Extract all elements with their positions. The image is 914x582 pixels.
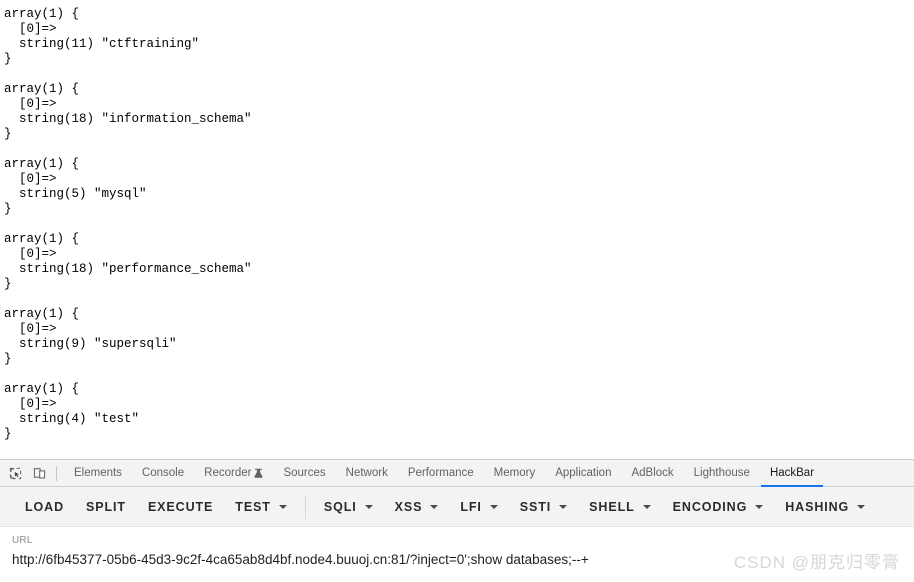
var-dump-line-value: string(5) "mysql" xyxy=(4,187,147,201)
chevron-down-icon xyxy=(559,504,568,509)
beaker-icon xyxy=(254,468,264,478)
var-dump-line-close: } xyxy=(4,127,12,141)
devtools-tab-lighthouse[interactable]: Lighthouse xyxy=(685,460,759,487)
hackbar-url-section: URL http://6fb45377-05b6-45d3-9c2f-4ca65… xyxy=(0,527,914,581)
hackbar-button-sqli[interactable]: SQLI xyxy=(313,493,384,521)
var-dump-line-close: } xyxy=(4,427,12,441)
var-dump-block: array(1) { [0]=> string(18) "performance… xyxy=(4,232,914,292)
browser-page-content: array(1) { [0]=> string(11) "ctftraining… xyxy=(0,0,914,459)
hackbar-button-encoding[interactable]: ENCODING xyxy=(662,493,775,521)
hackbar-button-label: LOAD xyxy=(25,499,65,514)
devtools-tab-bar: Elements Console Recorder Sources Network Per… xyxy=(0,460,914,487)
var-dump-line-value: string(11) "ctftraining" xyxy=(4,37,200,51)
url-input[interactable]: http://6fb45377-05b6-45d3-9c2f-4ca65ab8d… xyxy=(12,550,902,570)
devtools-tab-label: Sources xyxy=(283,466,326,479)
device-toolbar-icon[interactable] xyxy=(28,463,50,483)
toolbar-divider xyxy=(56,465,57,481)
hackbar-button-label: SHELL xyxy=(589,499,635,514)
var-dump-line-header: array(1) { xyxy=(4,382,80,396)
hackbar-button-label: SPLIT xyxy=(86,499,126,514)
var-dump-line-close: } xyxy=(4,52,12,66)
chevron-down-icon xyxy=(642,504,651,509)
devtools-tab-console[interactable]: Console xyxy=(133,460,193,487)
hackbar-button-label: ENCODING xyxy=(672,499,748,514)
devtools-panel: Elements Console Recorder Sources Network Per… xyxy=(0,459,914,582)
chevron-down-icon xyxy=(278,504,287,509)
devtools-tab-label: Lighthouse xyxy=(693,466,750,479)
var-dump-line-header: array(1) { xyxy=(4,307,80,321)
var-dump-line-close: } xyxy=(4,277,12,291)
var-dump-line-header: array(1) { xyxy=(4,232,80,246)
chevron-down-icon xyxy=(857,504,866,509)
devtools-tab-label: Recorder xyxy=(204,466,252,479)
var-dump-line-index: [0]=> xyxy=(4,172,57,186)
hackbar-button-xss[interactable]: XSS xyxy=(384,493,450,521)
devtools-tab-performance[interactable]: Performance xyxy=(399,460,483,487)
devtools-tab-adblock[interactable]: AdBlock xyxy=(622,460,682,487)
hackbar-toolbar: LOAD SPLIT EXECUTE TEST SQLI XSS LFI SSTI SHELL E… xyxy=(0,487,914,527)
var-dump-line-index: [0]=> xyxy=(4,247,57,261)
url-field-label: URL xyxy=(12,535,33,546)
devtools-tab-list: Elements Console Recorder Sources Network Per… xyxy=(64,460,824,487)
hackbar-button-label: EXECUTE xyxy=(147,499,214,514)
var-dump-line-index: [0]=> xyxy=(4,97,57,111)
var-dump-line-close: } xyxy=(4,202,12,216)
var-dump-line-value: string(18) "information_schema" xyxy=(4,112,252,126)
chevron-down-icon xyxy=(430,504,439,509)
inspect-element-icon[interactable] xyxy=(4,463,26,483)
var-dump-line-header: array(1) { xyxy=(4,82,80,96)
var-dump-block: array(1) { [0]=> string(11) "ctftraining… xyxy=(4,7,914,67)
hackbar-button-label: XSS xyxy=(394,499,423,514)
hackbar-button-ssti[interactable]: SSTI xyxy=(509,493,578,521)
devtools-tab-label: Application xyxy=(555,466,612,479)
devtools-tab-network[interactable]: Network xyxy=(337,460,397,487)
devtools-tab-application[interactable]: Application xyxy=(546,460,620,487)
devtools-tab-label: Memory xyxy=(493,466,536,479)
var-dump-block: array(1) { [0]=> string(9) "supersqli"} xyxy=(4,307,914,367)
devtools-tab-label: AdBlock xyxy=(631,466,674,479)
var-dump-line-index: [0]=> xyxy=(4,322,57,336)
chevron-down-icon xyxy=(489,504,498,509)
devtools-tab-label: Console xyxy=(141,466,185,479)
hackbar-group-divider xyxy=(304,494,306,519)
hackbar-button-label: SSTI xyxy=(519,499,552,514)
var-dump-output: array(1) { [0]=> string(11) "ctftraining… xyxy=(0,0,914,442)
hackbar-button-execute[interactable]: EXECUTE xyxy=(137,493,224,521)
devtools-tab-memory[interactable]: Memory xyxy=(485,460,545,487)
var-dump-line-index: [0]=> xyxy=(4,22,57,36)
var-dump-line-header: array(1) { xyxy=(4,157,80,171)
hackbar-button-label: LFI xyxy=(460,499,482,514)
devtools-tab-sources[interactable]: Sources xyxy=(274,460,334,487)
devtools-tab-elements[interactable]: Elements xyxy=(65,460,131,487)
hackbar-button-shell[interactable]: SHELL xyxy=(578,493,661,521)
hackbar-button-label: HASHING xyxy=(785,499,850,514)
var-dump-line-index: [0]=> xyxy=(4,397,57,411)
var-dump-block: array(1) { [0]=> string(18) "information… xyxy=(4,82,914,142)
hackbar-button-label: SQLI xyxy=(323,499,357,514)
var-dump-line-value: string(18) "performance_schema" xyxy=(4,262,252,276)
hackbar-button-label: TEST xyxy=(235,499,271,514)
devtools-tab-label: Elements xyxy=(74,466,122,479)
var-dump-line-value: string(9) "supersqli" xyxy=(4,337,177,351)
var-dump-line-value: string(4) "test" xyxy=(4,412,140,426)
chevron-down-icon xyxy=(364,504,373,509)
hackbar-button-lfi[interactable]: LFI xyxy=(449,493,508,521)
hackbar-button-test[interactable]: TEST xyxy=(224,493,298,521)
var-dump-line-header: array(1) { xyxy=(4,7,80,21)
var-dump-block: array(1) { [0]=> string(5) "mysql"} xyxy=(4,157,914,217)
devtools-tab-label: Performance xyxy=(407,466,474,479)
devtools-tab-hackbar[interactable]: HackBar xyxy=(760,460,824,487)
hackbar-button-hashing[interactable]: HASHING xyxy=(774,493,876,521)
chevron-down-icon xyxy=(755,504,764,509)
hackbar-button-load[interactable]: LOAD xyxy=(14,493,75,521)
devtools-tab-label: Network xyxy=(345,466,388,479)
devtools-tab-label: HackBar xyxy=(769,466,815,479)
hackbar-button-split[interactable]: SPLIT xyxy=(75,493,137,521)
devtools-tab-recorder[interactable]: Recorder xyxy=(195,460,272,487)
var-dump-block: array(1) { [0]=> string(4) "test"} xyxy=(4,382,914,442)
var-dump-line-close: } xyxy=(4,352,12,366)
